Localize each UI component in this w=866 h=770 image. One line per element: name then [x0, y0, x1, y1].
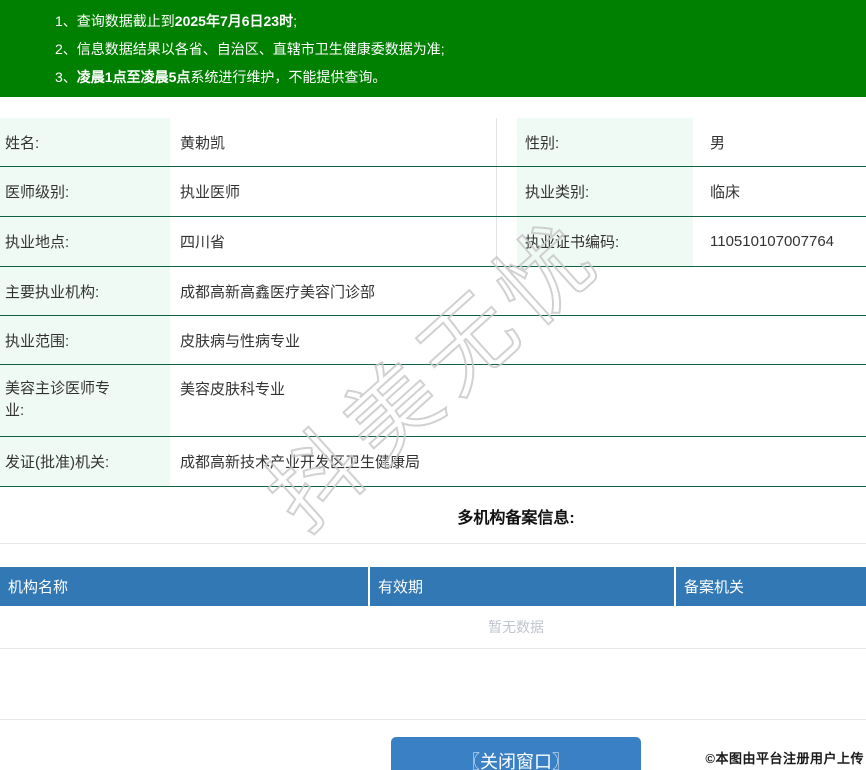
notice-text: 查询数据截止到 — [76, 13, 175, 29]
issuing-authority-label: 发证(批准)机关: — [0, 437, 170, 486]
practice-scope-value: 皮肤病与性病专业 — [180, 332, 301, 350]
table-row-level-category: 医师级别: 执业医师 执业类别: 临床 — [0, 167, 866, 217]
notice-bold-text: 凌晨1点至凌晨5点 — [76, 69, 191, 85]
name-value: 黄勅凯 — [180, 134, 226, 152]
notice-line-1: 1、查询数据截止到2025年7月6日23时; — [55, 7, 856, 35]
filing-table-header: 机构名称 有效期 备案机关 — [0, 567, 866, 606]
upload-credit-watermark: ©本图由平台注册用户上传 — [705, 751, 864, 766]
notice-line-2: 2、信息数据结果以各省、自治区、直辖市卫生健康委数据为准; — [55, 35, 856, 63]
notice-bold-text: 2025年7月6日23时 — [174, 13, 294, 29]
practice-scope-label: 执业范围: — [0, 316, 170, 364]
cosmetic-specialty-label: 美容主诊医师专业: — [0, 365, 170, 436]
practice-category-label: 执业类别: — [517, 167, 693, 216]
column-divider — [496, 118, 517, 166]
gender-label: 性别: — [517, 118, 693, 166]
table-row-name-gender: 姓名: 黄勅凯 性别: 男 — [0, 118, 866, 167]
close-window-button[interactable]: 〖关闭窗口〗 — [391, 737, 641, 770]
main-institution-label: 主要执业机构: — [0, 267, 170, 315]
practice-category-value: 临床 — [710, 184, 741, 201]
table-row-cosmetic-specialty: 美容主诊医师专业: 美容皮肤科专业 — [0, 365, 866, 437]
table-row-main-institution: 主要执业机构: 成都高新高鑫医疗美容门诊部 — [0, 267, 866, 316]
column-divider — [496, 167, 517, 216]
notice-text: ; — [293, 13, 297, 29]
notice-number: 2、 — [55, 41, 77, 57]
column-header-validity-period: 有效期 — [370, 567, 674, 606]
practitioner-query-result-page: 1、查询数据截止到2025年7月6日23时; 2、信息数据结果以各省、自治区、直… — [0, 0, 866, 770]
section-divider — [0, 543, 866, 544]
cosmetic-specialty-label-text: 美容主诊医师专业: — [5, 380, 111, 419]
notice-line-3: 3、凌晨1点至凌晨5点系统进行维护，不能提供查询。 — [55, 63, 856, 91]
table-row-location-certificate: 执业地点: 四川省 执业证书编码: 110510107007764 — [0, 217, 866, 267]
doctor-level-label: 医师级别: — [0, 167, 170, 216]
doctor-level-value: 执业医师 — [180, 184, 241, 201]
notice-banner: 1、查询数据截止到2025年7月6日23时; 2、信息数据结果以各省、自治区、直… — [0, 0, 866, 97]
column-header-institution-name: 机构名称 — [0, 567, 368, 606]
multi-org-filing-title: 多机构备案信息: — [457, 510, 575, 527]
notice-number: 1、 — [55, 13, 77, 29]
issuing-authority-value: 成都高新技术产业开发区卫生健康局 — [180, 454, 421, 471]
notice-text: 系统进行维护，不能提供查询。 — [190, 69, 387, 85]
practice-location-value: 四川省 — [180, 234, 226, 251]
footer-divider — [0, 719, 866, 720]
certificate-number-label: 执业证书编码: — [517, 217, 693, 266]
notice-text: 信息数据结果以各省、自治区、直辖市卫生健康委数据为准; — [76, 41, 445, 57]
column-header-filing-authority: 备案机关 — [676, 567, 866, 606]
table-row-practice-scope: 执业范围: 皮肤病与性病专业 — [0, 316, 866, 365]
practitioner-info-table: 姓名: 黄勅凯 性别: 男 医师级别: 执业医师 执业类别: 临床 执业地点: … — [0, 118, 866, 487]
column-divider — [496, 217, 517, 266]
notice-number: 3、 — [55, 69, 77, 85]
filing-table-empty-state: 暂无数据 — [0, 606, 866, 649]
certificate-number-value: 110510107007764 — [710, 233, 835, 250]
gender-value: 男 — [710, 134, 726, 152]
main-institution-value: 成都高新高鑫医疗美容门诊部 — [180, 283, 376, 301]
name-label: 姓名: — [0, 118, 170, 166]
practice-location-label: 执业地点: — [0, 217, 170, 266]
table-row-issuing-authority: 发证(批准)机关: 成都高新技术产业开发区卫生健康局 — [0, 437, 866, 487]
cosmetic-specialty-value: 美容皮肤科专业 — [180, 381, 286, 398]
